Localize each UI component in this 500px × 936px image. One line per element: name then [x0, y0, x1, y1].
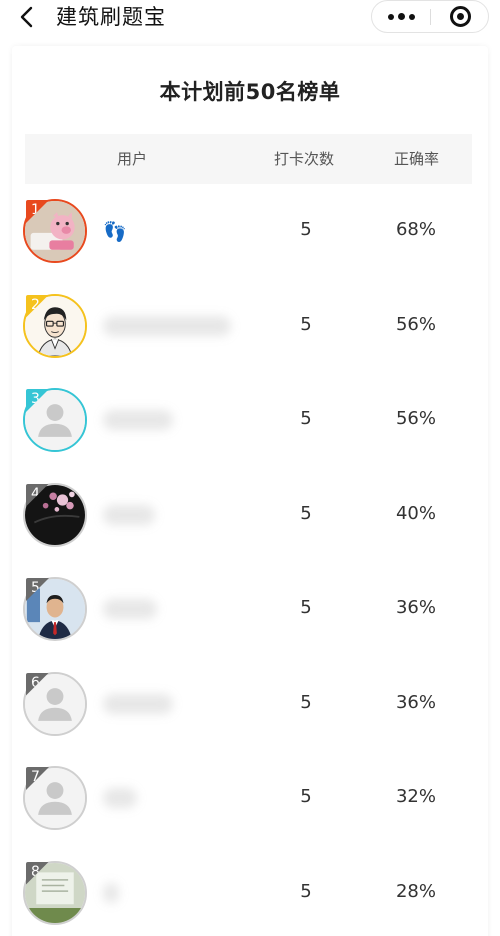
- table-row[interactable]: 6 5 36%: [0, 671, 500, 766]
- checkin-count: 5: [300, 502, 312, 524]
- accuracy-rate: 56%: [395, 313, 436, 335]
- nav-bar: 建筑刷题宝: [0, 0, 500, 36]
- blurred-user-name: [103, 315, 231, 336]
- accuracy-rate: 36%: [395, 691, 436, 713]
- more-dots-icon: [387, 13, 394, 20]
- blurred-user-name: [103, 504, 155, 525]
- avatar: 8: [23, 860, 87, 925]
- table-row[interactable]: 1 👣 5 68%: [0, 199, 500, 293]
- column-header-count: 打卡次数: [274, 150, 335, 168]
- checkin-count: 5: [300, 597, 312, 618]
- accuracy-rate: 68%: [395, 219, 436, 240]
- table-row[interactable]: 4 5 40%: [0, 482, 500, 577]
- accuracy-rate: 28%: [395, 880, 436, 902]
- avatar: 7: [23, 766, 87, 830]
- checkin-count: 5: [300, 313, 312, 335]
- more-button[interactable]: [372, 1, 430, 32]
- accuracy-rate: 32%: [395, 786, 436, 807]
- avatar: 2: [23, 293, 87, 358]
- blurred-user-name: [103, 882, 119, 903]
- avatar: 4: [23, 482, 87, 547]
- checkin-count: 5: [300, 691, 312, 713]
- blurred-user-name: [103, 410, 173, 430]
- checkin-count: 5: [300, 219, 312, 240]
- column-header-user: 用户: [117, 150, 148, 168]
- accuracy-rate: 36%: [395, 597, 436, 618]
- checkin-count: 5: [300, 408, 312, 429]
- column-header-rate: 正确率: [394, 150, 440, 168]
- accuracy-rate: 56%: [395, 408, 436, 429]
- table-row[interactable]: 5 5 36%: [0, 577, 500, 671]
- checkin-count: 5: [300, 786, 312, 807]
- back-button[interactable]: [14, 4, 40, 30]
- table-row[interactable]: 7 5 32%: [0, 766, 500, 860]
- table-row[interactable]: 8 5 28%: [0, 860, 500, 936]
- avatar: 3: [23, 388, 87, 452]
- table-row[interactable]: 3 5 56%: [0, 388, 500, 482]
- blurred-user-name: [103, 693, 173, 714]
- avatar: 5: [23, 577, 87, 641]
- blurred-user-name: [103, 788, 137, 808]
- avatar: 6: [23, 671, 87, 736]
- user-name: 👣: [103, 221, 127, 243]
- close-button[interactable]: [431, 1, 489, 32]
- table-row[interactable]: 2 5 56%: [0, 293, 500, 388]
- app-title: 建筑刷题宝: [56, 5, 166, 29]
- table-header: 用户 打卡次数 正确率: [25, 134, 472, 184]
- mini-program-capsule: [371, 0, 489, 33]
- avatar: 1: [23, 199, 87, 263]
- page-title: 本计划前50名榜单: [159, 80, 341, 104]
- accuracy-rate: 40%: [395, 502, 436, 524]
- target-close-icon: [449, 6, 471, 27]
- chevron-left-icon: [20, 6, 33, 28]
- blurred-user-name: [103, 599, 157, 619]
- checkin-count: 5: [300, 880, 312, 902]
